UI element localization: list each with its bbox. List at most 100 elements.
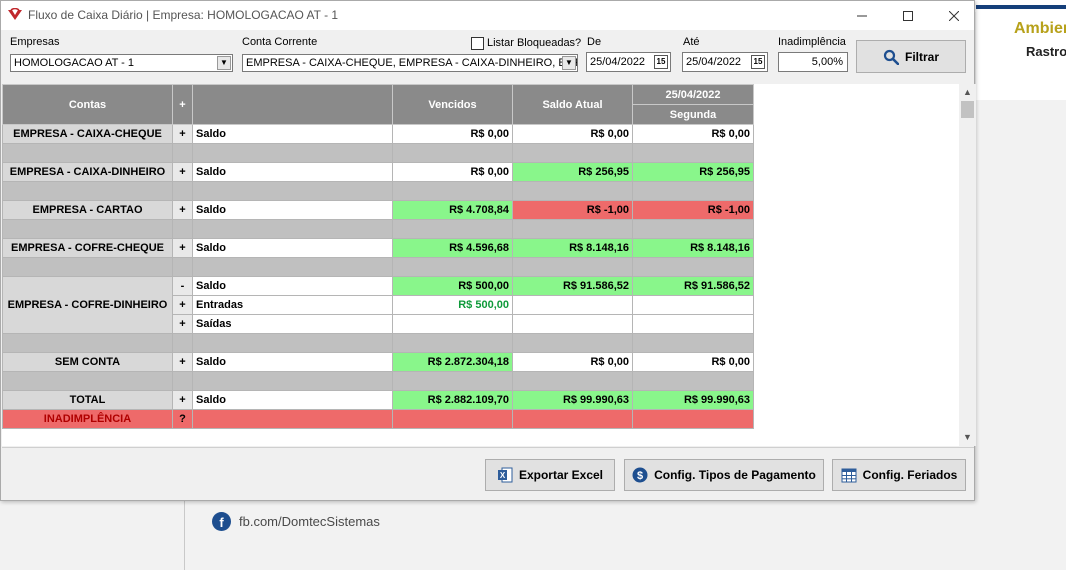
expand-toggle[interactable]: + bbox=[172, 124, 193, 144]
separator-row bbox=[2, 181, 754, 201]
day-cell bbox=[632, 295, 754, 315]
empresas-select[interactable]: HOMOLOGACAO AT - 1 ▼ bbox=[10, 54, 233, 72]
chevron-down-icon: ▼ bbox=[217, 56, 231, 70]
expand-toggle[interactable]: + bbox=[172, 314, 193, 334]
close-button[interactable] bbox=[932, 1, 976, 30]
table-row[interactable]: SEM CONTA + Saldo R$ 2.872.304,18 R$ 0,0… bbox=[2, 352, 754, 372]
collapse-toggle[interactable]: - bbox=[172, 276, 193, 296]
account-name: EMPRESA - CAIXA-CHEQUE bbox=[2, 124, 173, 144]
config-feriados-button[interactable]: Config. Feriados bbox=[832, 459, 966, 491]
header-contas[interactable]: Contas bbox=[2, 84, 173, 125]
help-toggle[interactable]: ? bbox=[172, 409, 193, 429]
dollar-icon: $ bbox=[632, 467, 648, 483]
conta-corrente-value: EMPRESA - CAIXA-CHEQUE, EMPRESA - CAIXA-… bbox=[246, 57, 578, 69]
row-label bbox=[192, 409, 393, 429]
de-date-field[interactable]: 25/04/2022 15 bbox=[586, 52, 671, 72]
de-label: De bbox=[587, 36, 602, 48]
saldo-atual-cell: R$ 91.586,52 bbox=[512, 276, 633, 296]
conta-corrente-select[interactable]: EMPRESA - CAIXA-CHEQUE, EMPRESA - CAIXA-… bbox=[242, 54, 578, 72]
window-title: Fluxo de Caixa Diário | Empresa: HOMOLOG… bbox=[28, 8, 339, 22]
saldo-atual-cell: R$ 99.990,63 bbox=[512, 390, 633, 410]
ate-date-value: 25/04/2022 bbox=[686, 56, 742, 68]
separator-row bbox=[2, 143, 754, 163]
vencidos-cell: R$ 0,00 bbox=[392, 124, 513, 144]
scroll-down-icon[interactable]: ▼ bbox=[959, 429, 976, 446]
minimize-button[interactable] bbox=[840, 1, 884, 30]
inadimplencia-label: Inadimplência bbox=[778, 36, 846, 48]
saldo-atual-cell bbox=[512, 295, 633, 315]
vencidos-cell: R$ 500,00 bbox=[392, 295, 513, 315]
exportar-excel-button[interactable]: X Exportar Excel bbox=[485, 459, 615, 491]
row-label: Entradas bbox=[192, 295, 393, 315]
header-saldo-atual[interactable]: Saldo Atual bbox=[512, 84, 633, 125]
day-cell: R$ 91.586,52 bbox=[632, 276, 754, 296]
listar-bloqueadas-checkbox[interactable] bbox=[471, 37, 484, 50]
separator-row bbox=[2, 219, 754, 239]
svg-text:X: X bbox=[500, 471, 506, 480]
table-row[interactable]: EMPRESA - CAIXA-DINHEIRO + Saldo R$ 0,00… bbox=[2, 162, 754, 182]
vencidos-cell: R$ 2.872.304,18 bbox=[392, 352, 513, 372]
header-vencidos[interactable]: Vencidos bbox=[392, 84, 513, 125]
saldo-atual-cell: R$ 0,00 bbox=[512, 124, 633, 144]
header-expand[interactable]: + bbox=[172, 84, 193, 125]
vertical-scrollbar[interactable]: ▲ ▼ bbox=[959, 84, 976, 446]
row-label: Saldo bbox=[192, 124, 393, 144]
banner-subtitle: Rastro bbox=[1026, 44, 1066, 59]
inadimplencia-row[interactable]: INADIMPLÊNCIA ? bbox=[2, 409, 754, 429]
de-date-value: 25/04/2022 bbox=[590, 56, 646, 68]
row-label: Saldo bbox=[192, 200, 393, 220]
table-row[interactable]: EMPRESA - COFRE-DINHEIRO - Saldo R$ 500,… bbox=[2, 276, 754, 334]
account-name: SEM CONTA bbox=[2, 352, 173, 372]
account-name: EMPRESA - COFRE-DINHEIRO bbox=[2, 276, 173, 334]
header-date[interactable]: 25/04/2022 bbox=[632, 84, 754, 105]
filtrar-button[interactable]: Filtrar bbox=[856, 40, 966, 73]
header-blank bbox=[192, 84, 393, 125]
svg-text:$: $ bbox=[637, 470, 643, 482]
saldo-atual-cell: R$ -1,00 bbox=[512, 200, 633, 220]
table-row[interactable]: EMPRESA - COFRE-CHEQUE + Saldo R$ 4.596,… bbox=[2, 238, 754, 258]
conta-corrente-label: Conta Corrente bbox=[242, 36, 318, 48]
calendar-icon[interactable]: 15 bbox=[751, 55, 765, 69]
saldo-atual-cell bbox=[512, 409, 633, 429]
account-name: TOTAL bbox=[2, 390, 173, 410]
expand-toggle[interactable]: + bbox=[172, 200, 193, 220]
header-weekday: Segunda bbox=[632, 104, 754, 125]
config-tipos-pagamento-button[interactable]: $ Config. Tipos de Pagamento bbox=[624, 459, 824, 491]
expand-toggle[interactable]: + bbox=[172, 238, 193, 258]
account-name: EMPRESA - COFRE-CHEQUE bbox=[2, 238, 173, 258]
table-row[interactable]: EMPRESA - CAIXA-CHEQUE + Saldo R$ 0,00 R… bbox=[2, 124, 754, 144]
maximize-button[interactable] bbox=[886, 1, 930, 30]
expand-toggle[interactable]: + bbox=[172, 390, 193, 410]
search-icon bbox=[883, 49, 899, 65]
calendar-grid-icon bbox=[841, 468, 857, 483]
day-cell: R$ 256,95 bbox=[632, 162, 754, 182]
background-banner: Ambier Rastro bbox=[976, 0, 1066, 100]
ate-date-field[interactable]: 25/04/2022 15 bbox=[682, 52, 768, 72]
vencidos-cell bbox=[392, 409, 513, 429]
saldo-atual-cell bbox=[512, 314, 633, 334]
expand-toggle[interactable]: + bbox=[172, 295, 193, 315]
facebook-link[interactable]: f fb.com/DomtecSistemas bbox=[212, 512, 380, 531]
separator-row bbox=[2, 333, 754, 353]
expand-toggle[interactable]: + bbox=[172, 352, 193, 372]
vencidos-cell: R$ 0,00 bbox=[392, 162, 513, 182]
config-tipos-pagamento-label: Config. Tipos de Pagamento bbox=[654, 468, 816, 482]
expand-toggle[interactable]: + bbox=[172, 162, 193, 182]
day-cell: R$ -1,00 bbox=[632, 200, 754, 220]
scroll-up-icon[interactable]: ▲ bbox=[959, 84, 976, 101]
account-name: EMPRESA - CARTAO bbox=[2, 200, 173, 220]
facebook-link-text: fb.com/DomtecSistemas bbox=[239, 514, 380, 529]
vencidos-cell bbox=[392, 314, 513, 334]
total-row[interactable]: TOTAL + Saldo R$ 2.882.109,70 R$ 99.990,… bbox=[2, 390, 754, 410]
chevron-down-icon: ▼ bbox=[562, 56, 576, 70]
scroll-thumb[interactable] bbox=[961, 101, 974, 118]
inadimplencia-field[interactable]: 5,00% bbox=[778, 52, 848, 72]
row-label: Saldo bbox=[192, 162, 393, 182]
facebook-icon: f bbox=[212, 512, 231, 531]
row-label: Saldo bbox=[192, 352, 393, 372]
calendar-icon[interactable]: 15 bbox=[654, 55, 668, 69]
row-label: Saídas bbox=[192, 314, 393, 334]
cashflow-window: Fluxo de Caixa Diário | Empresa: HOMOLOG… bbox=[0, 0, 976, 501]
row-label: Saldo bbox=[192, 276, 393, 296]
table-row[interactable]: EMPRESA - CARTAO + Saldo R$ 4.708,84 R$ … bbox=[2, 200, 754, 220]
